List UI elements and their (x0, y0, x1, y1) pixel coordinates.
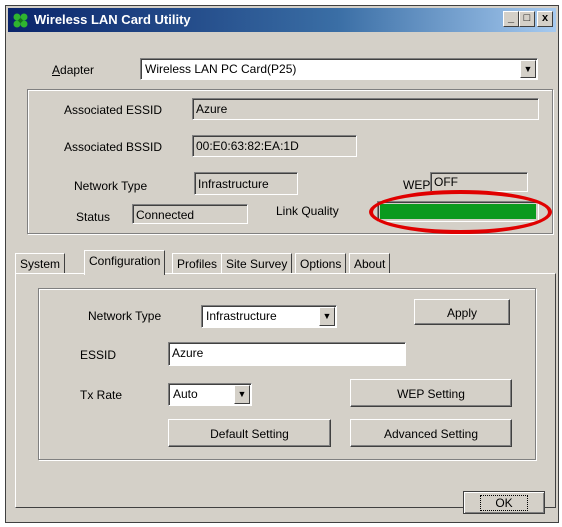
apply-button[interactable]: Apply (414, 299, 510, 325)
txrate-value: Auto (173, 387, 198, 401)
associated-bssid-value: 00:E0:63:82:EA:1D (192, 135, 357, 157)
config-network-type-label: Network Type (88, 309, 162, 323)
config-essid-input[interactable]: Azure (168, 342, 406, 366)
adapter-label: Adapter (52, 63, 95, 77)
wep-label: WEP (403, 178, 431, 192)
tab-about[interactable]: About (349, 253, 391, 273)
adapter-select-value: Wireless LAN PC Card(P25) (145, 62, 297, 76)
tab-site-survey[interactable]: Site Survey (221, 253, 293, 273)
config-network-type-value: Infrastructure (206, 309, 277, 323)
tab-options[interactable]: Options (295, 253, 347, 273)
tab-profiles[interactable]: Profiles (172, 253, 223, 273)
adapter-select[interactable]: Wireless LAN PC Card(P25) ▼ (140, 58, 538, 80)
associated-essid-value: Azure (192, 98, 539, 120)
connection-status-value: Connected (132, 204, 248, 224)
associated-essid-label: Associated ESSID (64, 103, 163, 117)
advanced-setting-button[interactable]: Advanced Setting (350, 419, 512, 447)
maximize-button[interactable]: □ (519, 11, 535, 27)
tab-system[interactable]: System (15, 253, 66, 273)
close-button[interactable]: x (537, 11, 553, 27)
wep-setting-button[interactable]: WEP Setting (350, 379, 512, 407)
link-quality-label: Link Quality (276, 204, 339, 218)
network-type-value: Infrastructure (194, 172, 298, 195)
config-essid-label: ESSID (80, 348, 117, 362)
status-label: Status (76, 210, 111, 224)
txrate-label: Tx Rate (80, 388, 123, 402)
network-type-label: Network Type (74, 179, 148, 193)
window-title: Wireless LAN Card Utility (34, 12, 191, 27)
config-network-type-select[interactable]: Infrastructure ▼ (201, 305, 337, 328)
tab-configuration[interactable]: Configuration (84, 250, 166, 275)
ok-button-label: OK (480, 495, 528, 511)
wep-value: OFF (430, 172, 528, 192)
minimize-button[interactable]: _ (503, 11, 519, 27)
title-bar[interactable]: Wireless LAN Card Utility _ □ x (8, 8, 556, 32)
clover-app-icon (13, 13, 28, 28)
txrate-select[interactable]: Auto ▼ (168, 383, 252, 406)
default-setting-button[interactable]: Default Setting (168, 419, 331, 447)
ok-button[interactable]: OK (463, 491, 545, 514)
link-quality-highlight-ring (369, 190, 552, 234)
associated-bssid-label: Associated BSSID (64, 140, 163, 154)
chevron-down-icon[interactable]: ▼ (319, 307, 335, 326)
utility-window: Wireless LAN Card Utility _ □ x Adapter … (5, 5, 559, 523)
chevron-down-icon[interactable]: ▼ (520, 60, 536, 78)
chevron-down-icon[interactable]: ▼ (234, 385, 250, 404)
